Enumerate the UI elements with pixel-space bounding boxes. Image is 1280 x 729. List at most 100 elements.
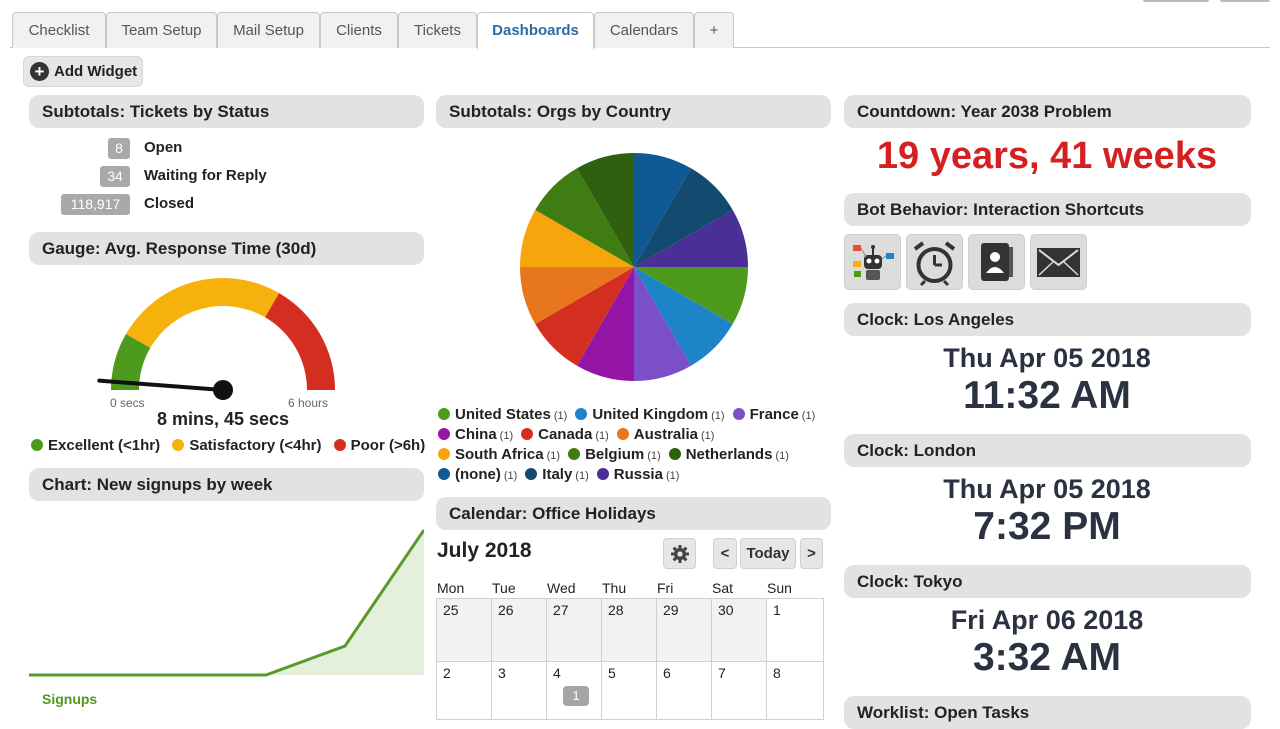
gauge-legend: Excellent (<1hr) Satisfactory (<4hr) Poo… <box>31 437 425 454</box>
tab-mail-setup[interactable]: Mail Setup <box>217 12 320 48</box>
signups-area-chart <box>29 520 424 680</box>
legend-label: Canada <box>538 426 592 443</box>
clock-la-time: 11:32 AM <box>843 374 1251 418</box>
clock-tokyo-header[interactable]: Clock: Tokyo <box>844 565 1251 598</box>
calendar-settings-button[interactable] <box>663 538 696 569</box>
calendar-header[interactable]: Calendar: Office Holidays <box>436 497 831 530</box>
tab-clients[interactable]: Clients <box>320 12 398 48</box>
status-label-open[interactable]: Open <box>144 139 182 156</box>
gauge-band <box>126 278 279 348</box>
country-legend-item[interactable]: Italy(1) <box>525 466 596 483</box>
clock-london-header[interactable]: Clock: London <box>844 434 1251 467</box>
calendar-day[interactable]: 28 <box>602 599 657 662</box>
calendar-day[interactable]: 1 <box>767 599 824 662</box>
calendar-day[interactable]: 2 <box>437 662 492 720</box>
status-label-waiting[interactable]: Waiting for Reply <box>144 167 267 184</box>
contacts-shortcut-button[interactable] <box>968 234 1025 290</box>
country-legend-row: South Africa(1)Belgium(1)Netherlands(1) <box>438 446 797 463</box>
legend-dot <box>597 468 609 480</box>
country-legend-item[interactable]: France(1) <box>733 406 824 423</box>
calendar-day[interactable]: 6 <box>657 662 712 720</box>
legend-dot <box>438 468 450 480</box>
response-time-gauge: 0 secs 6 hours 8 mins, 45 secs <box>29 270 424 430</box>
bot-behavior-header[interactable]: Bot Behavior: Interaction Shortcuts <box>844 193 1251 226</box>
orgs-by-country-header[interactable]: Subtotals: Orgs by Country <box>436 95 831 128</box>
gauge-legend-item[interactable]: Satisfactory (<4hr) <box>172 437 321 454</box>
tab-add[interactable]: + <box>694 12 734 48</box>
country-legend-item[interactable]: Canada(1) <box>521 426 617 443</box>
calendar-day[interactable]: 30 <box>712 599 767 662</box>
legend-label: United Kingdom <box>592 406 708 423</box>
country-legend-item[interactable]: (none)(1) <box>438 466 525 483</box>
plus-circle-icon: + <box>30 62 49 81</box>
legend-label: Excellent (<1hr) <box>48 437 160 454</box>
alarm-shortcut-button[interactable] <box>906 234 963 290</box>
add-widget-label: Add Widget <box>54 63 137 80</box>
tab-team-setup[interactable]: Team Setup <box>106 12 217 48</box>
calendar-day[interactable]: 3 <box>492 662 547 720</box>
calendar-next-button[interactable]: > <box>800 538 823 569</box>
country-legend-item[interactable]: South Africa(1) <box>438 446 568 463</box>
country-legend-item[interactable]: United Kingdom(1) <box>575 406 732 423</box>
email-shortcut-button[interactable] <box>1030 234 1087 290</box>
legend-dot <box>575 408 587 420</box>
clock-la-header[interactable]: Clock: Los Angeles <box>844 303 1251 336</box>
countdown-header[interactable]: Countdown: Year 2038 Problem <box>844 95 1251 128</box>
legend-label: South Africa <box>455 446 544 463</box>
country-legend-row: United States(1)United Kingdom(1)France(… <box>438 406 823 423</box>
add-widget-button[interactable]: + Add Widget <box>23 56 143 87</box>
country-legend-item[interactable]: Australia(1) <box>617 426 723 443</box>
tab-tickets[interactable]: Tickets <box>398 12 477 48</box>
legend-dot <box>617 428 629 440</box>
calendar-day[interactable]: 5 <box>602 662 657 720</box>
countdown-value: 19 years, 41 weeks <box>843 135 1251 178</box>
calendar-day[interactable]: 29 <box>657 599 712 662</box>
status-count-badge: 34 <box>100 166 130 187</box>
country-legend-item[interactable]: Russia(1) <box>597 466 688 483</box>
tab-checklist[interactable]: Checklist <box>12 12 106 48</box>
tickets-by-status-header[interactable]: Subtotals: Tickets by Status <box>29 95 424 128</box>
gauge-header[interactable]: Gauge: Avg. Response Time (30d) <box>29 232 424 265</box>
calendar-day[interactable]: 25 <box>437 599 492 662</box>
calendar-prev-button[interactable]: < <box>713 538 737 569</box>
legend-dot <box>568 448 580 460</box>
country-legend-item[interactable]: Netherlands(1) <box>669 446 797 463</box>
legend-count: (1) <box>504 470 517 482</box>
top-scroll-indicator <box>1220 0 1270 2</box>
legend-dot <box>172 439 184 451</box>
contact-book-icon <box>969 235 1024 289</box>
calendar-today-button[interactable]: Today <box>740 538 796 569</box>
legend-label: United States <box>455 406 551 423</box>
calendar-event-badge[interactable]: 1 <box>563 686 589 706</box>
country-legend-item[interactable]: Belgium(1) <box>568 446 669 463</box>
calendar-day[interactable]: 8 <box>767 662 824 720</box>
orgs-pie-chart <box>519 152 749 382</box>
legend-count: (1) <box>554 410 567 422</box>
bot-shortcut-button[interactable] <box>844 234 901 290</box>
signups-legend[interactable]: Signups <box>42 691 97 707</box>
country-legend-item[interactable]: United States(1) <box>438 406 575 423</box>
signups-chart-header[interactable]: Chart: New signups by week <box>29 468 424 501</box>
worklist-header[interactable]: Worklist: Open Tasks <box>844 696 1251 729</box>
calendar-day[interactable]: 26 <box>492 599 547 662</box>
gauge-hub <box>213 380 233 400</box>
gear-icon <box>670 544 690 564</box>
legend-label: China <box>455 426 497 443</box>
tab-dashboards[interactable]: Dashboards <box>477 12 594 49</box>
gauge-legend-item[interactable]: Poor (>6h) <box>334 437 426 454</box>
calendar-dow: Thu <box>602 580 626 596</box>
gauge-legend-item[interactable]: Excellent (<1hr) <box>31 437 160 454</box>
legend-label: Italy <box>542 466 572 483</box>
signups-area <box>29 530 424 675</box>
status-label-closed[interactable]: Closed <box>144 195 194 212</box>
legend-dot <box>733 408 745 420</box>
legend-label: France <box>750 406 799 423</box>
legend-dot <box>334 439 346 451</box>
calendar-day[interactable]: 27 <box>547 599 602 662</box>
calendar-day[interactable]: 7 <box>712 662 767 720</box>
tab-calendars[interactable]: Calendars <box>594 12 694 48</box>
legend-count: (1) <box>500 430 513 442</box>
calendar-month-title: July 2018 <box>437 539 532 563</box>
legend-dot <box>31 439 43 451</box>
country-legend-item[interactable]: China(1) <box>438 426 521 443</box>
